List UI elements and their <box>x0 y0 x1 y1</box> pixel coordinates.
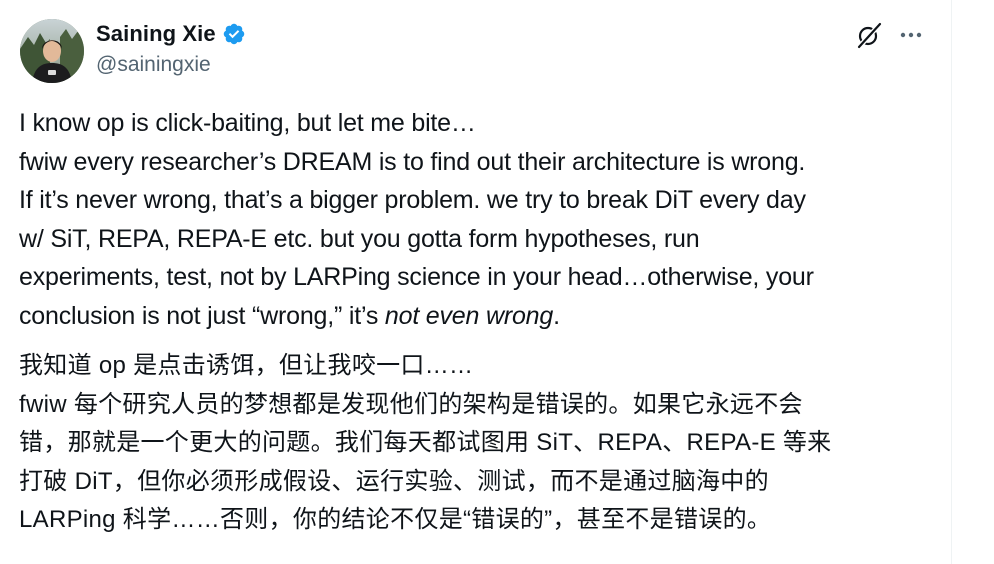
author-name-row[interactable]: Saining Xie <box>96 19 246 49</box>
tweet-line-segment: conclusion is not just “wrong,” it’s <box>19 301 385 330</box>
avatar[interactable] <box>20 19 84 83</box>
tweet-line: I know op is click-baiting, but let me b… <box>19 109 476 137</box>
tweet-line-emphasis: not even wrong <box>384 301 554 330</box>
tweet-line: 打破 DiT，但你必须形成假设、运行实验、测试，而不是通过脑海中的 <box>19 467 769 495</box>
tweet-line: conclusion is not just “wrong,” it’s not… <box>19 297 944 336</box>
more-options-button[interactable] <box>896 20 926 50</box>
author-handle[interactable]: @sainingxie <box>96 53 211 77</box>
tweet-text-english: I know op is click-baiting, but let me b… <box>19 104 944 335</box>
avatar-photo-icon <box>20 19 84 83</box>
tweet-line: fwiw 每个研究人员的梦想都是发现他们的架构是错误的。如果它永远不会 <box>19 390 803 418</box>
tweet-line: 错，那就是一个更大的问题。我们每天都试图用 SiT、REPA、REPA-E 等来 <box>19 429 832 456</box>
author-name[interactable]: Saining Xie <box>96 21 216 47</box>
tweet-line: LARPing 科学……否则，你的结论不仅是“错误的”，甚至不是错误的。 <box>19 506 772 533</box>
grok-button[interactable] <box>854 20 884 50</box>
grok-icon <box>857 22 882 49</box>
tweet-line: 我知道 op 是点击诱饵，但让我咬一口…… <box>19 352 474 379</box>
more-horizontal-icon <box>900 32 922 38</box>
tweet-text-chinese: 我知道 op 是点击诱饵，但让我咬一口…… fwiw 每个研究人员的梦想都是发现… <box>19 347 944 540</box>
verified-badge-icon[interactable] <box>222 22 246 46</box>
tweet-line: experiments, test, not by LARPing scienc… <box>19 263 814 291</box>
column-divider <box>951 0 952 564</box>
tweet-line: If it’s never wrong, that’s a bigger pro… <box>19 186 806 214</box>
tweet-line: w/ SiT, REPA, REPA-E etc. but you gotta … <box>19 224 700 253</box>
tweet-line: fwiw every researcher’s DREAM is to find… <box>19 147 806 176</box>
tweet-line-segment: . <box>553 301 560 330</box>
